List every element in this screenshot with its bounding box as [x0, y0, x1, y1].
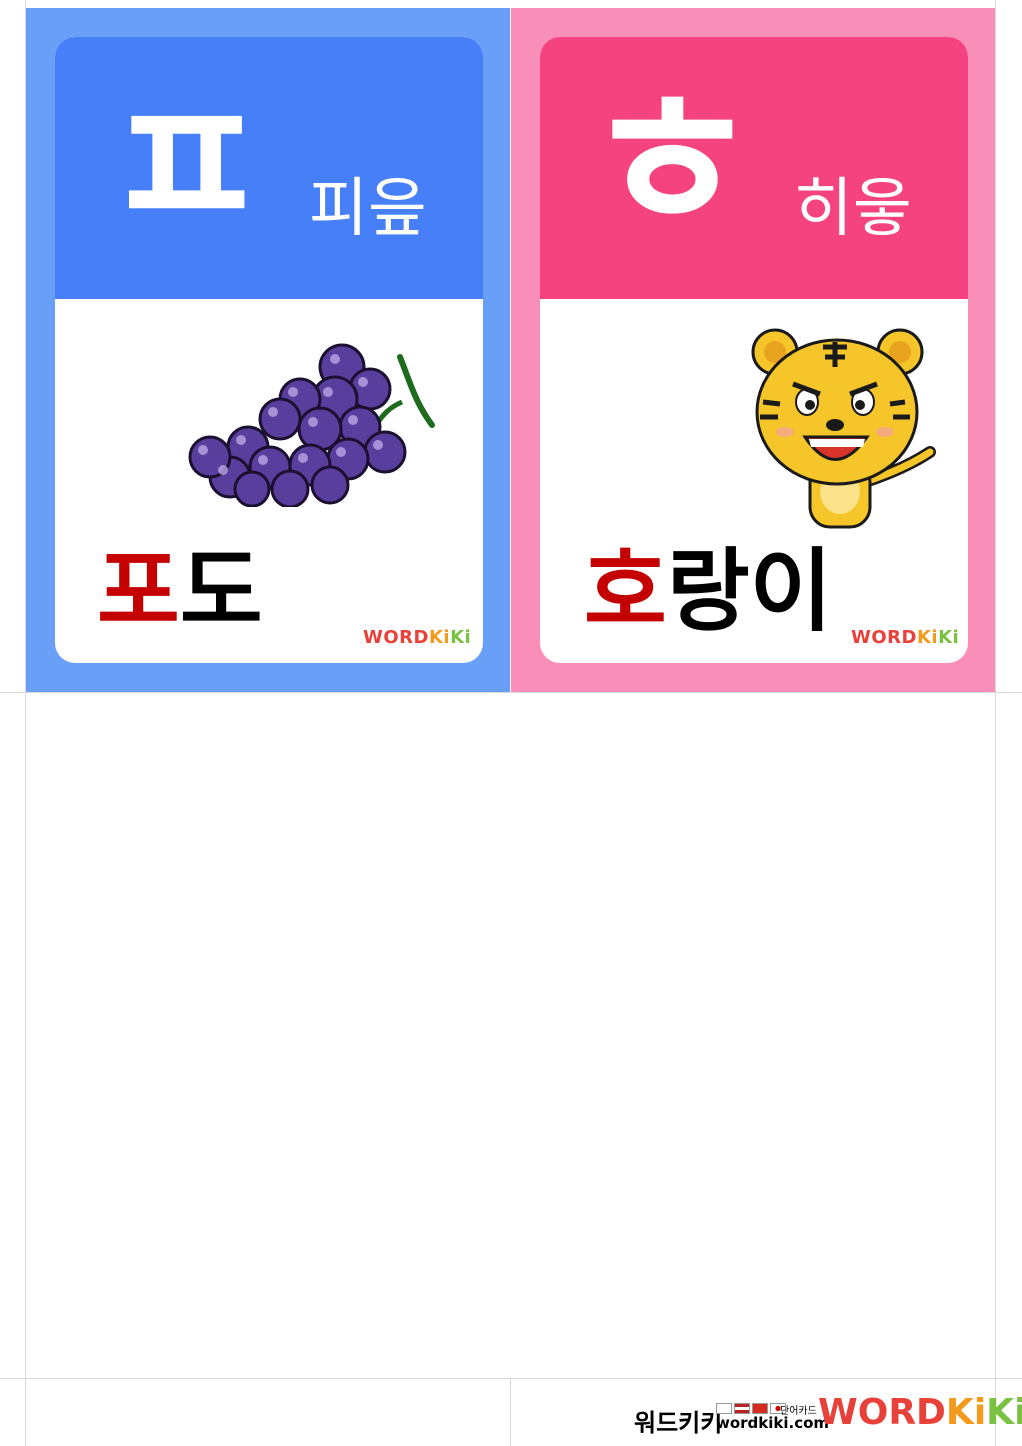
grapes-icon — [188, 343, 435, 507]
card-word: 호랑이 — [584, 547, 832, 637]
footer-brand-korean: 워드키키 — [634, 1409, 723, 1437]
logo-word: WORD — [363, 627, 429, 648]
flashcard-hieut: ㅎ 히읗 호랑이 WORDKiKi — [511, 8, 995, 692]
card-header: ㅎ 히읗 — [540, 37, 968, 299]
card-header: ㅍ 피읖 — [55, 37, 483, 299]
card-logo: WORDKiKi — [851, 627, 959, 648]
cut-line-middle-bottom — [510, 1378, 511, 1446]
card-letter-name: 피읖 — [309, 172, 427, 246]
card-inner: ㅍ 피읖 포도 WORDKiKi — [55, 37, 483, 663]
logo-word: WORD — [818, 1392, 946, 1433]
card-inner: ㅎ 히읗 호랑이 WORDKiKi — [540, 37, 968, 663]
cut-line-bottom-row — [0, 1378, 1022, 1379]
card-letter: ㅍ — [103, 61, 269, 272]
logo-ki-1: Ki — [945, 1392, 987, 1433]
word-initial-syllable: 호 — [584, 539, 667, 644]
card-letter: ㅎ — [584, 50, 759, 273]
logo-word: WORD — [851, 627, 917, 648]
logo-ki-2: Ki — [986, 1392, 1022, 1433]
card-word: 포도 — [97, 547, 263, 637]
flashcard-pieup: ㅍ 피읖 포도 WORDKiKi — [26, 8, 510, 692]
usa-flag-icon — [734, 1403, 750, 1414]
logo-ki-1: Ki — [428, 627, 451, 648]
cut-line-top-row — [0, 692, 1022, 693]
logo-ki-1: Ki — [916, 627, 939, 648]
footer-logo: WORDKiKi — [818, 1392, 1022, 1433]
korea-flag-icon — [716, 1403, 732, 1414]
word-initial-syllable: 포 — [97, 539, 180, 644]
card-letter-name: 히읗 — [794, 172, 912, 246]
tiger-icon — [751, 328, 936, 529]
word-rest: 랑이 — [666, 539, 833, 644]
cut-line-right — [995, 0, 996, 1446]
logo-ki-2: Ki — [938, 627, 960, 648]
china-flag-icon — [752, 1403, 768, 1414]
logo-ki-2: Ki — [450, 627, 472, 648]
flag-icons — [716, 1403, 786, 1414]
card-logo: WORDKiKi — [363, 627, 471, 648]
word-rest: 도 — [179, 539, 263, 644]
footer-url: wordkiki.com — [716, 1414, 830, 1432]
